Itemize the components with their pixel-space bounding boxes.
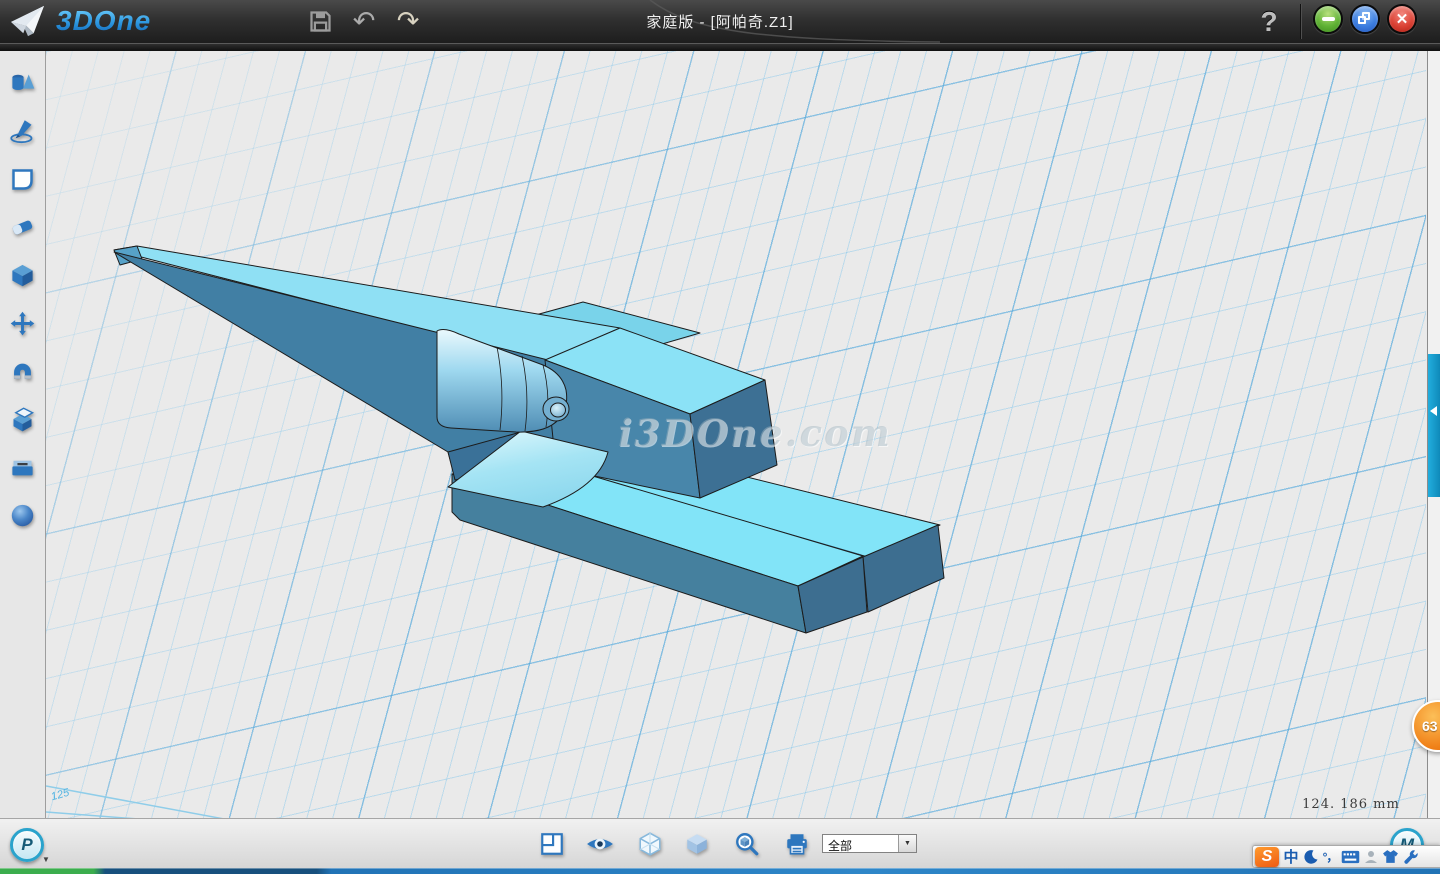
sidebar-tool-eraser-deform[interactable]: [0, 203, 45, 251]
app-name: 3DOne: [56, 5, 151, 37]
settings-wrench-icon: [1402, 849, 1418, 865]
redo-button[interactable]: ↷: [393, 5, 423, 39]
document-title: 家庭版 - [阿帕奇.Z1]: [0, 0, 1440, 43]
sidebar-tool-magnet-assembly[interactable]: [0, 347, 45, 395]
tool-sidebar: [0, 51, 46, 818]
sidebar-tool-material-sphere[interactable]: [0, 491, 45, 539]
sidebar-tool-sketch-pencil[interactable]: [0, 107, 45, 155]
ime-toolbar: S 中 °，: [1252, 845, 1440, 868]
surface-sketch-icon: [9, 166, 36, 193]
model-solid[interactable]: [114, 246, 944, 633]
sidebar-tool-primitive-solids[interactable]: [0, 59, 45, 107]
move-transform-icon: [9, 310, 36, 337]
ime-account[interactable]: [1363, 846, 1379, 867]
account-person-icon: [1363, 849, 1379, 865]
bottom-toolbar: P ▼: [0, 818, 1440, 868]
quick-toolbar: ↶ ↷: [305, 0, 423, 43]
sidebar-tool-move-transform[interactable]: [0, 299, 45, 347]
sidebar-tool-feature-cube[interactable]: [0, 251, 45, 299]
eye-icon: [586, 833, 614, 855]
restore-icon: [1358, 12, 1372, 26]
filter-dropdown-value: 全部: [823, 835, 898, 852]
save-button[interactable]: [305, 5, 335, 39]
ime-settings[interactable]: [1402, 846, 1418, 867]
zoom-view-button[interactable]: [733, 830, 761, 858]
save-icon: [307, 8, 334, 35]
undo-button[interactable]: ↶: [349, 5, 379, 39]
sidebar-tool-toolbox-drawer[interactable]: [0, 443, 45, 491]
restore-button[interactable]: [1350, 4, 1380, 34]
viewport-canvas[interactable]: i3DOne.com 124. 186 mm 125: [46, 51, 1426, 818]
minimize-button[interactable]: [1313, 4, 1343, 34]
undo-icon: ↶: [353, 8, 376, 35]
sidebar-tool-boolean-combine[interactable]: [0, 395, 45, 443]
visibility-button[interactable]: [586, 830, 614, 858]
shaded-cube-icon: [684, 831, 710, 857]
os-taskbar-strip[interactable]: [0, 868, 1440, 874]
close-button[interactable]: ✕: [1387, 4, 1417, 34]
minimize-icon: [1322, 17, 1335, 21]
skin-tshirt-icon: [1382, 849, 1399, 864]
soft-keyboard-icon: [1341, 850, 1360, 864]
corner-view-icon: [539, 831, 565, 857]
ime-punctuation-toggle[interactable]: °，: [1322, 846, 1338, 867]
grid-plane-edge: [46, 786, 235, 818]
corner-view-button[interactable]: [538, 830, 566, 858]
redo-icon: ↷: [397, 8, 420, 35]
titlebar-divider: [1301, 4, 1302, 39]
help-button[interactable]: ?: [1252, 0, 1286, 43]
app-logo: 3DOne: [8, 4, 151, 38]
shaded-mode-button[interactable]: [683, 830, 711, 858]
feature-cube-icon: [9, 262, 36, 289]
printer-icon: [784, 831, 810, 857]
boolean-combine-icon: [9, 406, 36, 433]
panel-collapse-tab[interactable]: [1428, 354, 1440, 497]
sidebar-tool-surface-sketch[interactable]: [0, 155, 45, 203]
material-sphere-icon: [9, 502, 36, 529]
dropdown-arrow-icon[interactable]: ▼: [898, 835, 916, 852]
print-button[interactable]: [783, 830, 811, 858]
filter-dropdown[interactable]: 全部 ▼: [822, 834, 917, 853]
plugin-menu-arrow-icon[interactable]: ▼: [42, 855, 50, 864]
paper-plane-icon: [8, 4, 48, 38]
scale-readout: 124. 186 mm: [1286, 797, 1416, 812]
toolbox-drawer-icon: [9, 454, 36, 481]
window-controls: ✕: [1313, 4, 1417, 34]
ime-fullhalf-toggle[interactable]: [1303, 846, 1319, 867]
zoom-magnifier-icon: [734, 831, 760, 857]
sogou-logo[interactable]: S: [1255, 846, 1279, 867]
model-apache[interactable]: [46, 51, 1426, 818]
titlebar-swoosh: [620, 0, 940, 43]
ime-language-toggle[interactable]: 中: [1282, 846, 1300, 867]
sketch-pencil-icon: [9, 118, 36, 145]
plugin-button[interactable]: P: [10, 828, 44, 862]
notification-count: 63: [1422, 718, 1438, 734]
titlebar: 3DOne ↶ ↷ 家庭版 - [阿帕奇.Z1] ?: [0, 0, 1440, 43]
moon-half-full-icon: [1303, 849, 1319, 865]
ime-soft-keyboard[interactable]: [1341, 846, 1360, 867]
wireframe-mode-button[interactable]: [636, 830, 664, 858]
magnet-assembly-icon: [9, 358, 36, 385]
close-icon: ✕: [1396, 12, 1409, 27]
ime-skin[interactable]: [1382, 846, 1399, 867]
sogou-logo-icon: S: [1255, 847, 1279, 867]
eraser-deform-icon: [9, 214, 36, 241]
model-gun-muzzle[interactable]: [551, 403, 566, 417]
wireframe-cube-icon: [637, 831, 663, 857]
plugin-button-label: P: [21, 835, 32, 855]
titlebar-lower-strip: [0, 43, 1440, 51]
app-window: 3DOne ↶ ↷ 家庭版 - [阿帕奇.Z1] ?: [0, 0, 1440, 874]
panel-arrow-left-icon: [1430, 406, 1437, 416]
primitive-solids-icon: [9, 70, 36, 97]
